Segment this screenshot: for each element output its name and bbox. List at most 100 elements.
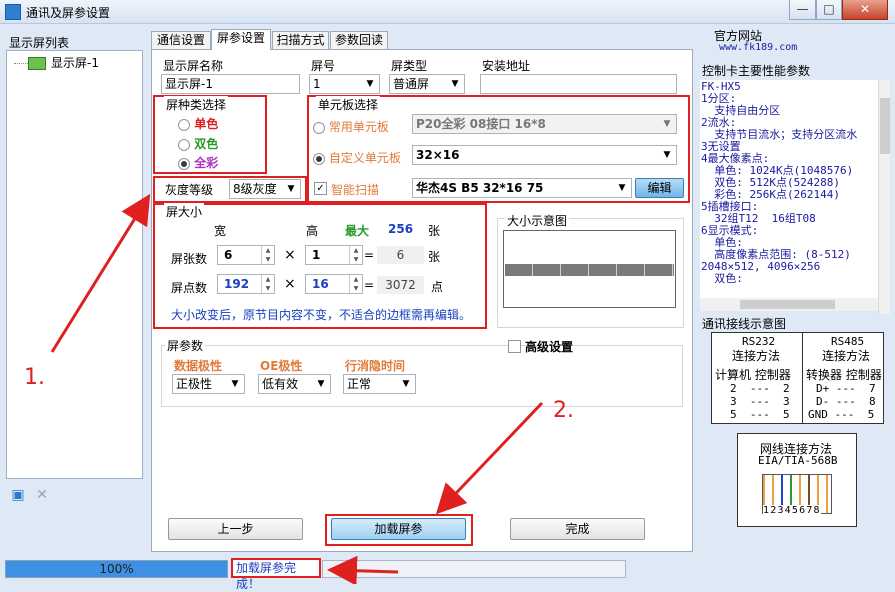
radio-common-unit[interactable]: 常用单元板 <box>313 118 389 135</box>
max-unit: 张 <box>428 224 441 238</box>
screen-count-label: 屏张数 <box>171 252 208 266</box>
add-screen-icon[interactable]: ▣ <box>9 487 27 503</box>
preview-title: 大小示意图 <box>505 212 570 229</box>
radio-selected-icon <box>178 157 190 170</box>
unit-board-title: 单元板选择 <box>316 96 381 113</box>
chevron-down-icon: ▼ <box>663 150 671 160</box>
smart-scan-checkbox[interactable]: ✓ <box>314 182 327 195</box>
screen-tree[interactable] <box>6 50 143 479</box>
oe-polarity-select[interactable]: 低有效 ▼ <box>258 374 331 394</box>
perf-info-line: 双色: <box>701 272 743 285</box>
tab-comm[interactable]: 通信设置 <box>151 31 211 50</box>
count-width-spinner[interactable]: 6 ▲ ▼ <box>217 245 275 265</box>
chevron-down-icon: ▼ <box>663 119 671 129</box>
minimize-button[interactable]: — <box>789 0 816 20</box>
spinner-arrows-icon[interactable]: ▲ ▼ <box>349 246 362 264</box>
radio-full[interactable]: 全彩 <box>178 154 218 171</box>
smart-scan-select[interactable]: 华杰4S B5 32*16 75 ▼ <box>412 178 632 198</box>
data-polarity-label: 数据极性 <box>174 359 223 373</box>
close-button[interactable]: ✕ <box>842 0 888 20</box>
screen-type-value: 普通屏 <box>393 77 430 91</box>
tab-param-readback[interactable]: 参数回读 <box>330 31 388 50</box>
count-height-spinner[interactable]: 1 ▲ ▼ <box>305 245 363 265</box>
smart-scan-label: 智能扫描 <box>331 183 380 197</box>
app-icon <box>5 4 21 20</box>
scroll-thumb[interactable] <box>740 300 835 309</box>
gray-level-select[interactable]: 8级灰度 ▼ <box>229 179 301 199</box>
radio-custom-unit[interactable]: 自定义单元板 <box>313 149 401 166</box>
preview-screen-strip <box>505 264 674 276</box>
net-pins: 12345678 <box>763 505 821 517</box>
sidebar-header: 显示屏列表 <box>9 36 70 50</box>
title-bar <box>0 0 895 24</box>
spinner-arrows-icon[interactable]: ▲ ▼ <box>349 275 362 293</box>
dots-width-spinner[interactable]: 192 ▲ ▼ <box>217 274 275 294</box>
radio-icon <box>178 118 190 131</box>
load-params-button[interactable]: 加载屏参 <box>331 518 466 540</box>
screen-no-select[interactable]: 1 ▼ <box>309 74 380 94</box>
horizontal-scrollbar[interactable] <box>700 298 878 311</box>
net-subtitle: EIA/TIA-568B <box>758 454 838 467</box>
perf-title: 控制卡主要性能参数 <box>702 64 811 78</box>
spinner-arrows-icon[interactable]: ▲ ▼ <box>261 275 274 293</box>
wiring-diagram: RS232 连接方法 计算机 控制器 2 --- 2 3 --- 3 5 ---… <box>711 332 884 424</box>
times-sign: × <box>284 276 296 292</box>
install-addr-label: 安装地址 <box>482 59 531 73</box>
status-message: 加载屏参完成！ <box>231 558 321 591</box>
data-polarity-select[interactable]: 正极性 ▼ <box>172 374 245 394</box>
prev-button[interactable]: 上一步 <box>168 518 303 540</box>
chevron-down-icon: ▼ <box>231 379 239 389</box>
screen-name-input[interactable]: 显示屏-1 <box>161 74 300 94</box>
install-addr-input[interactable] <box>480 74 677 94</box>
rs485-head: 转换器 控制器 <box>806 368 882 382</box>
annotation-one: 1. <box>24 365 45 390</box>
blank-time-select[interactable]: 正常 ▼ <box>343 374 416 394</box>
screen-name-label: 显示屏名称 <box>163 59 224 73</box>
gray-level-value: 8级灰度 <box>233 182 277 196</box>
maximize-button[interactable]: □ <box>816 0 842 20</box>
custom-unit-label: 自定义单元板 <box>328 151 401 165</box>
dots-width-value: 192 <box>224 277 250 291</box>
wiring-title: 通讯接线示意图 <box>702 317 787 331</box>
times-sign: × <box>284 247 296 263</box>
tab-screen-params[interactable]: 屏参设置 <box>211 29 271 50</box>
rs485-row: D- --- 8 <box>816 395 876 408</box>
window-title: 通讯及屏参设置 <box>26 6 111 20</box>
radio-dual[interactable]: 双色 <box>178 135 218 152</box>
radio-mono[interactable]: 单色 <box>178 115 218 132</box>
max-label: 最大 <box>345 224 370 238</box>
radio-mono-label: 单色 <box>194 117 219 131</box>
spinner-arrows-icon[interactable]: ▲ ▼ <box>261 246 274 264</box>
dots-height-spinner[interactable]: 16 ▲ ▼ <box>305 274 363 294</box>
color-type-title: 屏种类选择 <box>164 96 229 113</box>
tree-item-screen-1[interactable]: 显示屏-1 <box>14 54 99 72</box>
tree-item-label: 显示屏-1 <box>51 56 99 70</box>
chevron-down-icon: ▼ <box>402 379 410 389</box>
vertical-scrollbar[interactable] <box>878 80 890 314</box>
smart-scan-value: 华杰4S B5 32*16 75 <box>416 181 544 195</box>
rs485-sub: 连接方法 <box>822 349 871 363</box>
common-unit-select[interactable]: P20全彩 08接口 16*8 ▼ <box>412 114 677 134</box>
annotation-two: 2. <box>553 398 574 423</box>
rs232-row: 2 --- 2 <box>730 382 790 395</box>
rs232-row: 3 --- 3 <box>730 395 790 408</box>
tab-scan-mode[interactable]: 扫描方式 <box>272 31 329 50</box>
params-title: 屏参数 <box>165 337 206 354</box>
screen-type-select[interactable]: 普通屏 ▼ <box>389 74 465 94</box>
progress-bar: 100% <box>5 560 228 578</box>
status-message-bar <box>322 560 626 578</box>
progress-text: 100% <box>99 562 134 576</box>
scroll-thumb[interactable] <box>880 98 890 154</box>
custom-unit-select[interactable]: 32×16 ▼ <box>412 145 677 165</box>
delete-screen-icon[interactable]: ✕ <box>33 487 51 503</box>
common-unit-value: P20全彩 08接口 16*8 <box>416 117 546 131</box>
edit-button[interactable]: 编辑 <box>635 178 684 198</box>
height-header: 高 <box>306 224 319 238</box>
common-unit-label: 常用单元板 <box>328 120 389 134</box>
finish-button[interactable]: 完成 <box>510 518 645 540</box>
perf-info-box[interactable]: FK-HX5 1分区: 支持自由分区 2流水: 支持节目流水；支持分区流水 3无设置 4… <box>700 80 878 300</box>
chevron-down-icon: ▼ <box>618 183 626 193</box>
gray-level-label: 灰度等级 <box>165 183 214 197</box>
site-url[interactable]: www.fk189.com <box>719 42 797 53</box>
advanced-checkbox[interactable] <box>508 340 521 353</box>
